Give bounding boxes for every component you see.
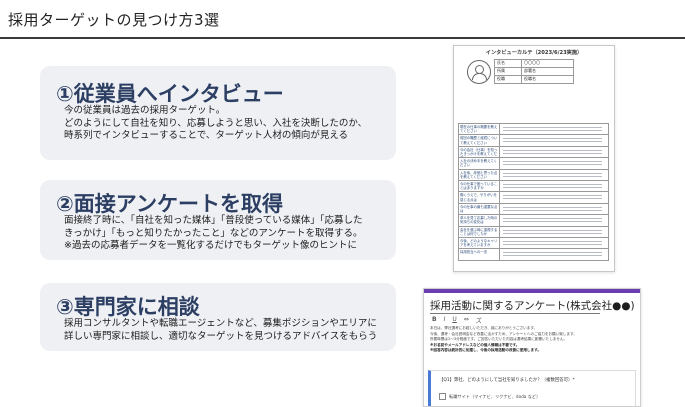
answer-cell	[500, 215, 608, 225]
answer-cell	[500, 124, 608, 134]
question-label: 今の仕事で困っていることはありますか	[459, 180, 500, 192]
interview-karte-document: インタビューカルテ（2023/6/23実施） 氏名 〇〇〇〇 所属 部署名 役職…	[453, 45, 615, 272]
question-row: 採用担当への一言	[458, 249, 609, 261]
underline-button[interactable]: U	[452, 316, 456, 325]
page-title: 採用ターゲットの見つけ方3選	[8, 11, 220, 29]
question-card: 【Q1】弊社、どのようにして当社を知りましたか？（複数回答可）* 転職サイト（マ…	[428, 370, 636, 406]
form-accent-bar	[424, 289, 640, 293]
question-row: 求人を見て応募した時の気持ちの変化は	[458, 215, 609, 227]
option-label: 転職サイト（マイナビ、リクナビ、doda など）	[449, 393, 541, 399]
description-line: 今の従業員は過去の採用ターゲット。	[64, 105, 226, 116]
info-row: 所属 部署名	[494, 68, 574, 76]
method-card-expert: ③専門家に相談 採用コンサルタントや転職エージェントなど、募集ポジションやエリア…	[40, 283, 396, 351]
question-label: 働くうえで、やりがいを感じる点は	[459, 192, 500, 203]
question-row: 今の仕事の最も重要な点は	[458, 203, 609, 216]
answer-cell	[500, 238, 608, 248]
info-row: 氏名 〇〇〇〇	[494, 59, 574, 68]
question-label: 入社の決め手を教えてください	[459, 158, 500, 169]
answer-cell	[500, 204, 608, 214]
method-heading: ②面接アンケートを取得	[56, 192, 283, 216]
answer-cell	[500, 158, 608, 168]
question-label: 今の仕事の最も重要な点は	[459, 203, 500, 215]
question-row: 働くうえで、やりがいを感じる点は	[458, 192, 609, 204]
question-row: 会社を選ぶ時に重視することは何でしたか	[458, 226, 609, 238]
question-label: 今の会社（仕事）を知ったきっかけを教えてください	[459, 146, 500, 158]
question-label: 会社を選ぶ時に重視することは何でしたか	[459, 226, 500, 237]
description-line: ※過去の応募者データを一覧化するだけでもターゲット像のヒントに	[64, 240, 357, 251]
question-row: 今後、どのようなキャリアを考えていますか	[458, 237, 609, 250]
description-line: 時系列でインタビューすることで、ターゲット人材の傾向が見える	[64, 130, 349, 141]
italic-button[interactable]: I	[444, 316, 446, 325]
info-value: 役職名	[524, 76, 536, 81]
question-row: 入社の決め手を教えてください	[458, 158, 609, 170]
survey-description: 本日は、弊社選考にお越しいただき、誠にありがとうございます。 今後、選考・会社説…	[430, 326, 636, 354]
person-icon	[467, 60, 491, 84]
checkbox[interactable]	[439, 393, 446, 400]
question-text: 【Q1】弊社、どのようにして当社を知りましたか？（複数回答可）*	[439, 378, 575, 383]
info-value: 部署名	[524, 68, 536, 73]
method-heading: ③専門家に相談	[56, 295, 200, 319]
info-key: 所属	[495, 68, 522, 75]
question-row: 前回の職歴と経緯について教えてください	[458, 135, 609, 147]
method-description: 面接終了時に、「自社を知った媒体」「普段使っている媒体」「応募した きっかけ」「…	[64, 215, 363, 253]
karte-title: インタビューカルテ（2023/6/23実施）	[485, 50, 583, 56]
question-label: 入社後、評価と思った点を教えてください	[459, 169, 500, 180]
description-line: 詳しい専門家に相談し、適切なターゲットを見つけるアドバイスをもらう	[64, 330, 378, 342]
question-label: 前回の職歴と経緯について教えてください	[459, 135, 500, 146]
title-underline	[430, 313, 600, 314]
answer-cell	[500, 227, 608, 237]
question-label: 採用担当への一言	[459, 249, 500, 260]
info-row: 役職 役職名	[494, 76, 574, 84]
link-icon[interactable]: ⇔	[464, 316, 469, 325]
description-line: きっかけ」「もっと知りたかったこと」などのアンケートを取得する。	[64, 227, 363, 239]
question-row: 今の仕事で困っていることはありますか	[458, 180, 609, 193]
info-key: 氏名	[495, 60, 522, 67]
bold-button[interactable]: B	[432, 316, 437, 325]
info-value: 〇〇〇〇	[524, 60, 540, 65]
karte-question-table: 現在の仕事の概要を教えてください 前回の職歴と経緯について教えてください 今の会…	[458, 123, 609, 261]
answer-cell	[500, 147, 608, 157]
method-card-interview: ①従業員へインタビュー 今の従業員は過去の採用ターゲット。 どのようにして自社を…	[40, 66, 396, 160]
question-label: 現在の仕事の概要を教えてください	[459, 124, 500, 135]
question-row: 入社後、評価と思った点を教えてください	[458, 169, 609, 181]
info-key: 役職	[495, 76, 522, 83]
karte-info-table: 氏名 〇〇〇〇 所属 部署名 役職 役職名	[494, 59, 574, 84]
question-row: 今の会社（仕事）を知ったきっかけを教えてください	[458, 146, 609, 159]
format-toolbar: B I U ⇔ ズ	[432, 316, 482, 325]
method-heading: ①従業員へインタビュー	[56, 82, 284, 106]
description-note: ※回答内容は統計的に処理し、今後の採用活動の改善に使用します。	[430, 348, 541, 352]
survey-form-screenshot: 採用活動に関するアンケート(株式会社●●) B I U ⇔ ズ 本日は、弊社選考…	[423, 288, 641, 407]
answer-option[interactable]: 転職サイト（マイナビ、リクナビ、doda など）	[439, 393, 540, 400]
question-label: 求人を見て応募した時の気持ちの変化は	[459, 215, 500, 226]
method-description: 採用コンサルタントや転職エージェントなど、募集ポジションやエリアに 詳しい専門家…	[64, 318, 377, 343]
answer-cell	[500, 135, 608, 145]
description-line: 採用コンサルタントや転職エージェントなど、募集ポジションやエリアに	[64, 318, 377, 329]
method-description: 今の従業員は過去の採用ターゲット。 どのようにして自社を知り、応募しようと思い、…	[64, 105, 367, 143]
clear-format-icon[interactable]: ズ	[476, 316, 482, 325]
description-line: 面接終了時に、「自社を知った媒体」「普段使っている媒体」「応募した	[64, 215, 363, 226]
answer-cell	[500, 192, 608, 202]
answer-cell	[500, 181, 608, 191]
answer-cell	[500, 170, 608, 180]
question-label: 今後、どのようなキャリアを考えていますか	[459, 237, 500, 249]
question-row: 現在の仕事の概要を教えてください	[458, 123, 609, 136]
method-card-survey: ②面接アンケートを取得 面接終了時に、「自社を知った媒体」「普段使っている媒体」…	[40, 180, 396, 260]
survey-title[interactable]: 採用活動に関するアンケート(株式会社●●)	[430, 298, 635, 313]
title-divider	[0, 37, 685, 39]
answer-cell	[500, 249, 608, 259]
description-line: どのようにして自社を知り、応募しようと思い、入社を決断したのか、	[64, 117, 368, 129]
